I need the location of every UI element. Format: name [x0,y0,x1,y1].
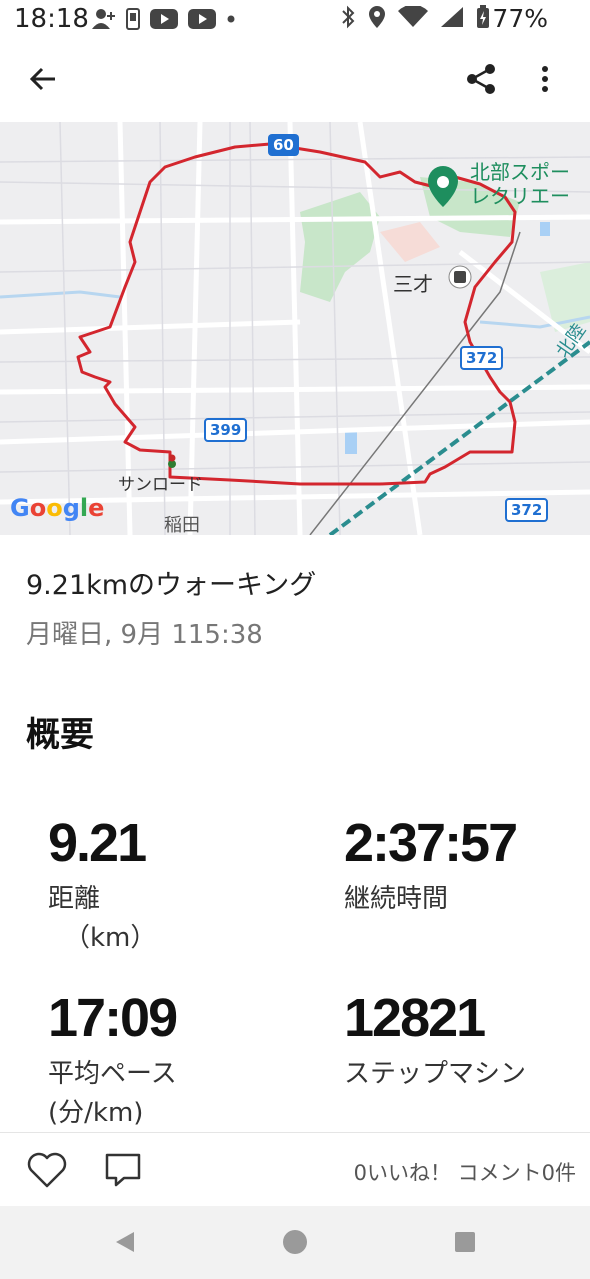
summary-heading: 概要 [26,715,94,755]
stat-value: 2:37:57 [344,813,518,873]
stat-label: 平均ペース [48,1059,177,1089]
person-add-icon [92,9,115,29]
comment-button[interactable] [100,1147,146,1193]
more-options-button[interactable] [520,54,570,104]
area-label: 稲田 [164,515,200,535]
bluetooth-icon [342,5,355,29]
social-counts[interactable]: 0いいね！ コメント0件 [354,1157,576,1187]
route-shield-399: 399 [204,418,248,442]
notification-icons [92,8,236,30]
battery-percent: 77% [492,4,548,33]
stat-value: 17:09 [48,988,178,1048]
triangle-back-icon [116,1232,134,1252]
park-label-line: 北部スポー [470,160,570,184]
stat-unit: （km） [64,923,157,953]
status-bar: 18:18 77% [0,0,590,40]
nav-back-button[interactable] [100,1222,150,1262]
stat-unit: (分/km) [48,1098,144,1128]
stat-label: 距離 [48,884,101,914]
route-shield-372: 372 [505,498,549,522]
comment-icon [105,1153,141,1187]
signal-icon [441,7,463,27]
wifi-icon [398,6,428,27]
stat-label: ステップマシン [344,1059,527,1089]
station-label: 三才 [393,272,433,296]
activity-title: 9.21kmのウォーキング [26,570,317,601]
stat-value: 12821 [344,988,486,1048]
share-button[interactable] [456,54,506,104]
activity-date: 月曜日, 9月 115:38 [26,620,263,650]
route-shield-60: 60 [268,134,299,156]
nav-home-button[interactable] [270,1222,320,1262]
road-label: サンロード [118,475,203,495]
status-time: 18:18 [14,4,89,34]
battery-icon [477,5,489,28]
park-area [300,192,380,302]
arrow-back-icon [29,67,55,91]
google-logo: Google [10,494,105,522]
youtube-icon [150,9,178,29]
system-nav-bar [0,1206,590,1279]
activity-header: 9.21kmのウォーキング 月曜日, 9月 115:38 [26,563,316,651]
stat-pace: 17:09 平均ペース (分/km) [48,987,178,1129]
stat-value: 9.21 [48,813,147,873]
route-map[interactable]: 60 399 372 372 北部スポー レクリエー 三才 サンロード 稲田 北… [0,122,590,535]
app-bar [0,40,590,120]
square-recents-icon [455,1232,475,1252]
back-button[interactable] [18,54,68,104]
share-icon [467,64,495,94]
route-shield-372: 372 [460,346,504,370]
location-icon [369,6,385,28]
like-button[interactable] [24,1147,70,1193]
nav-recents-button[interactable] [440,1222,490,1262]
stat-distance: 9.21 距離 （km） [48,812,156,954]
stat-label: 継続時間 [344,884,449,914]
stat-duration: 2:37:57 継続時間 [344,812,518,915]
youtube-icon [188,9,216,29]
park-label-line: レクリエー [470,184,570,208]
area [380,222,440,262]
system-icons [340,5,490,29]
heart-icon [27,1152,67,1188]
park-label: 北部スポー レクリエー [470,160,570,208]
dot-icon [227,15,235,23]
circle-home-icon [283,1230,307,1254]
social-bar: 0いいね！ コメント0件 [0,1132,590,1207]
more-vert-icon [542,66,548,92]
phone-icon [126,8,140,30]
stat-steps: 12821 ステップマシン [344,987,526,1090]
